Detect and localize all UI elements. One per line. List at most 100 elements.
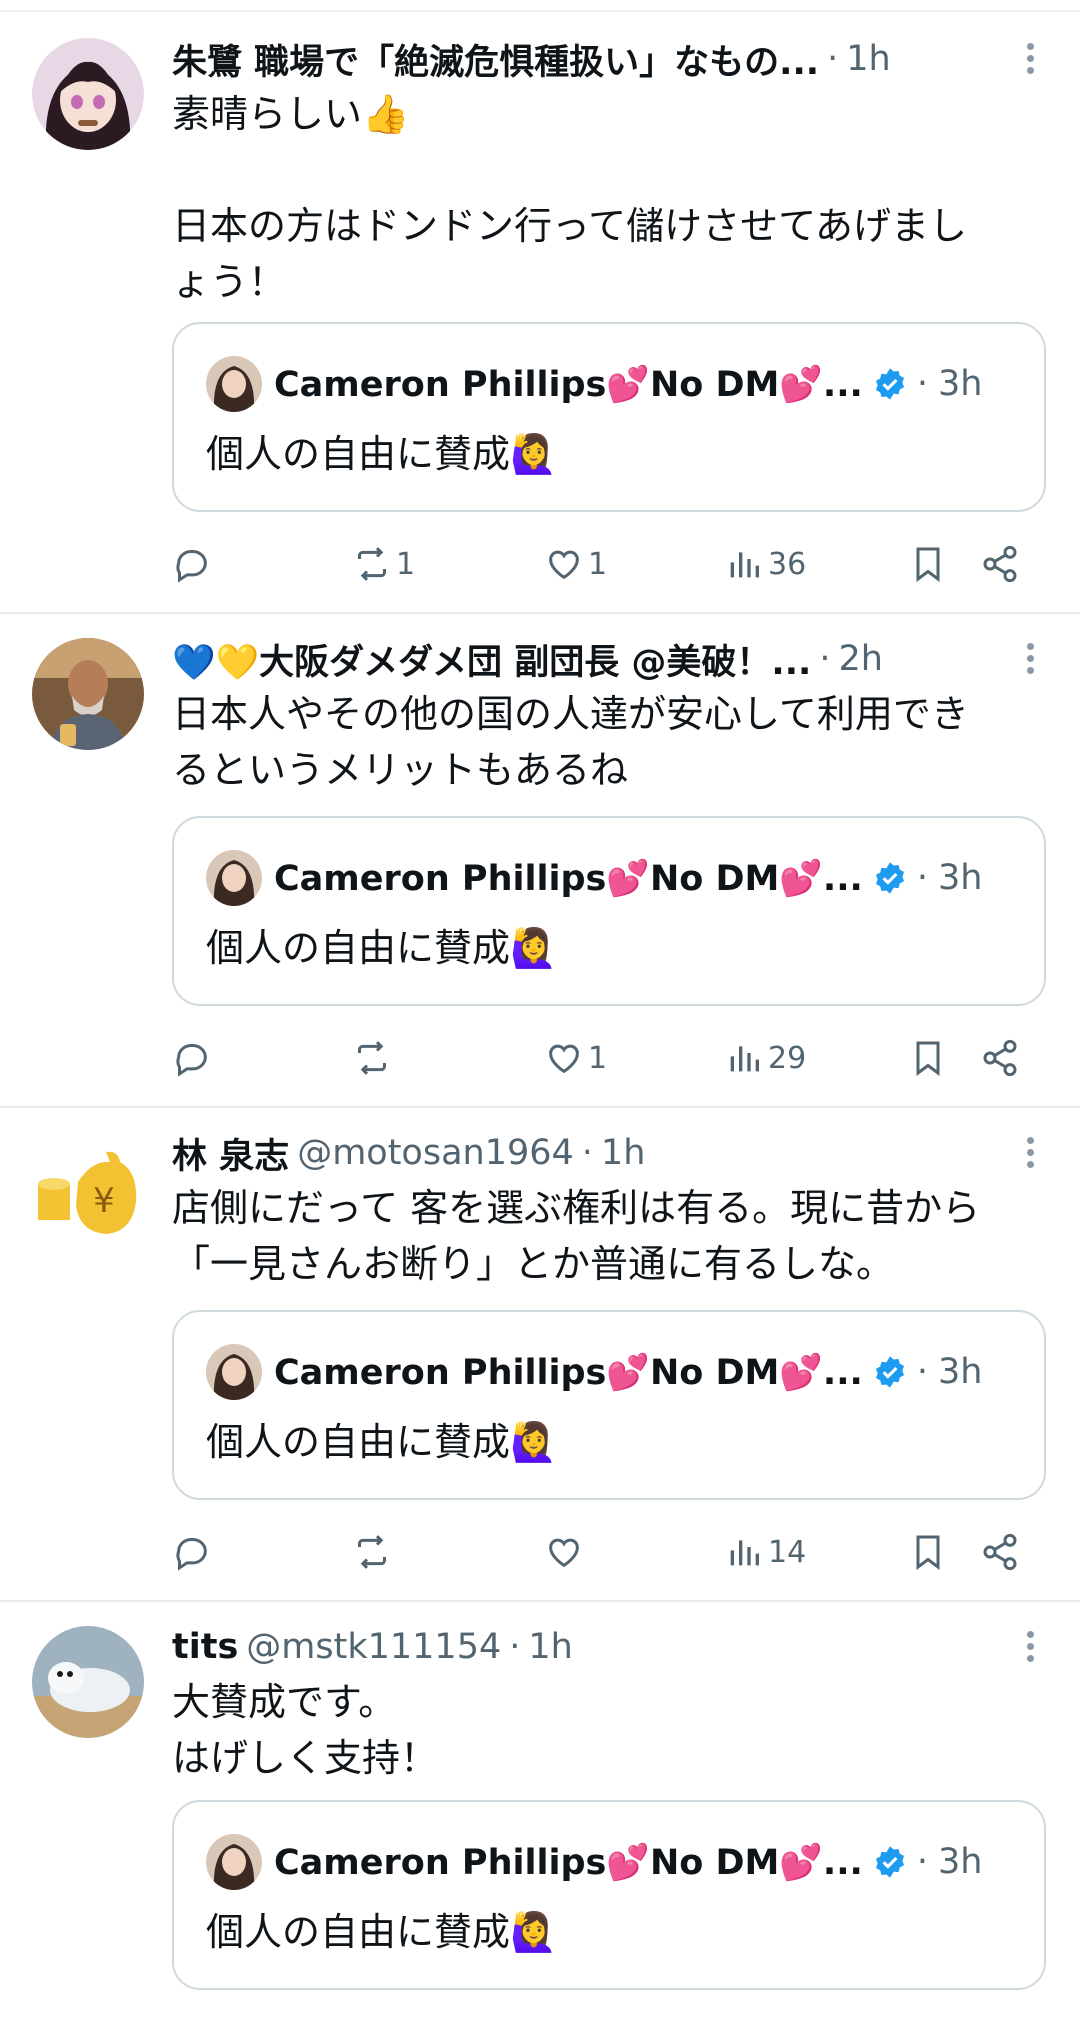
separator-dot: · bbox=[916, 1842, 928, 1882]
tweet-header: tits @mstk111154 · 1h bbox=[172, 1622, 1000, 1672]
quoted-header: Cameron Phillips💕No DM💕... · 3h bbox=[274, 1832, 1004, 1892]
display-name[interactable]: 朱鷺 職場で「絶滅危惧種扱い」なもの... bbox=[172, 34, 819, 84]
tweet-2[interactable]: 💙💛大阪ダメダメ団 副団長 @美破！... · 2h 日本人やその他の国の人達が… bbox=[0, 614, 1080, 1106]
bookmark-icon bbox=[916, 1041, 940, 1076]
heart-icon bbox=[549, 1044, 579, 1074]
quoted-tweet[interactable]: Cameron Phillips💕No DM💕... · 3h 個人の自由に賛成… bbox=[172, 816, 1046, 1006]
heart-icon bbox=[549, 1538, 579, 1568]
bookmark-button[interactable] bbox=[908, 1528, 948, 1576]
separator-dot: · bbox=[916, 364, 928, 404]
tweet-4[interactable]: tits @mstk111154 · 1h 大賛成です。 はげしく支持！ Cam… bbox=[0, 1602, 1080, 2018]
tweet-text-line: ょう！ bbox=[172, 260, 287, 304]
like-count: 1 bbox=[588, 1040, 608, 1076]
retweet-button[interactable] bbox=[352, 1034, 396, 1082]
timestamp[interactable]: 1h bbox=[528, 1627, 572, 1667]
user-handle[interactable]: @motosan1964 bbox=[297, 1133, 574, 1173]
share-icon bbox=[983, 545, 1017, 583]
retweet-button[interactable]: 1 bbox=[352, 540, 415, 588]
share-button[interactable] bbox=[980, 1528, 1020, 1576]
quoted-display-name: Cameron Phillips💕No DM💕... bbox=[274, 364, 863, 405]
heart-icon bbox=[549, 550, 579, 580]
retweet-icon bbox=[358, 1535, 386, 1569]
more-options-icon[interactable] bbox=[1020, 1626, 1040, 1670]
quoted-avatar bbox=[206, 1344, 262, 1400]
quoted-header: Cameron Phillips💕No DM💕... · 3h bbox=[274, 354, 1004, 414]
quoted-timestamp: 3h bbox=[937, 858, 983, 898]
quoted-display-name: Cameron Phillips💕No DM💕... bbox=[274, 1352, 863, 1393]
bookmark-icon bbox=[916, 547, 940, 582]
separator-dot: · bbox=[827, 39, 839, 79]
more-options-icon[interactable] bbox=[1020, 638, 1040, 682]
tweet-header: 林 泉志 @motosan1964 · 1h bbox=[172, 1128, 1000, 1178]
timestamp[interactable]: 1h bbox=[846, 39, 890, 79]
separator-dot: · bbox=[581, 1133, 593, 1173]
more-options-icon[interactable] bbox=[1020, 1132, 1040, 1176]
tweet-3[interactable]: ¥ 林 泉志 @motosan1964 · 1h 店側にだって 客を選ぶ権利は有… bbox=[0, 1108, 1080, 1600]
quoted-text: 個人の自由に賛成🙋‍♀️ bbox=[206, 926, 558, 970]
verified-badge-icon bbox=[875, 368, 904, 400]
display-name[interactable]: tits bbox=[172, 1627, 238, 1667]
quoted-tweet[interactable]: Cameron Phillips💕No DM💕... · 3h 個人の自由に賛成… bbox=[172, 1310, 1046, 1500]
verified-badge-icon bbox=[875, 862, 904, 894]
retweet-button[interactable] bbox=[352, 1528, 396, 1576]
separator-dot: · bbox=[916, 1352, 928, 1392]
avatar[interactable] bbox=[32, 38, 144, 150]
quoted-tweet[interactable]: Cameron Phillips💕No DM💕... · 3h 個人の自由に賛成… bbox=[172, 1800, 1046, 1990]
svg-text:¥: ¥ bbox=[93, 1181, 115, 1221]
timestamp[interactable]: 2h bbox=[838, 639, 882, 679]
retweet-count: 1 bbox=[396, 546, 416, 582]
bookmark-button[interactable] bbox=[908, 1034, 948, 1082]
quoted-text: 個人の自由に賛成🙋‍♀️ bbox=[206, 432, 558, 476]
reply-button[interactable] bbox=[172, 1528, 216, 1576]
like-button[interactable] bbox=[544, 1528, 588, 1576]
like-button[interactable]: 1 bbox=[544, 1034, 607, 1082]
reply-button[interactable] bbox=[172, 1034, 216, 1082]
share-button[interactable] bbox=[980, 540, 1020, 588]
verified-badge-icon bbox=[875, 1356, 904, 1388]
tweet-text-line: るというメリットもあるね bbox=[172, 748, 629, 792]
tweet-text-line: 大賛成です。 bbox=[172, 1680, 397, 1724]
bookmark-button[interactable] bbox=[908, 540, 948, 588]
action-bar: 14 bbox=[172, 1528, 1032, 1576]
timestamp[interactable]: 1h bbox=[601, 1133, 645, 1173]
avatar[interactable] bbox=[32, 1626, 144, 1738]
views-icon bbox=[730, 1046, 759, 1072]
quoted-avatar bbox=[206, 356, 262, 412]
quoted-timestamp: 3h bbox=[937, 1352, 983, 1392]
user-handle[interactable]: @mstk111154 bbox=[246, 1627, 501, 1667]
reply-icon bbox=[176, 1044, 207, 1077]
tweet-header: 朱鷺 職場で「絶滅危惧種扱い」なもの... · 1h bbox=[172, 34, 1000, 84]
bookmark-icon bbox=[916, 1535, 940, 1570]
tweet-1[interactable]: 朱鷺 職場で「絶滅危惧種扱い」なもの... · 1h 素晴らしい👍 日本の方はド… bbox=[0, 0, 1080, 612]
quoted-tweet[interactable]: Cameron Phillips💕No DM💕... · 3h 個人の自由に賛成… bbox=[172, 322, 1046, 512]
display-name[interactable]: 林 泉志 bbox=[172, 1128, 289, 1178]
tweet-text: 日本人やその他の国の人達が安心して利用でき るというメリットもあるね bbox=[172, 686, 1040, 798]
share-button[interactable] bbox=[980, 1034, 1020, 1082]
quoted-avatar bbox=[206, 1834, 262, 1890]
quoted-header: Cameron Phillips💕No DM💕... · 3h bbox=[274, 1342, 1004, 1402]
tweet-text: 店側にだって 客を選ぶ権利は有る。現に昔から 「一見さんお断り」とか普通に有るし… bbox=[172, 1180, 1040, 1292]
action-bar: 1 1 36 bbox=[172, 540, 1032, 588]
reply-button[interactable] bbox=[172, 540, 216, 588]
views-icon bbox=[730, 1540, 759, 1566]
separator-dot: · bbox=[509, 1627, 521, 1667]
more-options-icon[interactable] bbox=[1020, 38, 1040, 82]
views-icon bbox=[730, 552, 759, 578]
avatar[interactable]: ¥ bbox=[32, 1132, 144, 1244]
retweet-icon bbox=[358, 1041, 386, 1075]
view-count: 29 bbox=[768, 1040, 807, 1076]
tweet-text-line: 日本の方はドンドン行って儲けさせてあげまし bbox=[172, 204, 967, 248]
tweet-text-line: 日本人やその他の国の人達が安心して利用でき bbox=[172, 692, 969, 736]
avatar[interactable] bbox=[32, 638, 144, 750]
tweet-text-line: 店側にだって 客を選ぶ権利は有る。現に昔から bbox=[172, 1186, 981, 1230]
like-button[interactable]: 1 bbox=[544, 540, 607, 588]
views-button[interactable]: 14 bbox=[724, 1528, 806, 1576]
quoted-timestamp: 3h bbox=[937, 1842, 983, 1882]
views-button[interactable]: 36 bbox=[724, 540, 806, 588]
reply-icon bbox=[176, 1538, 207, 1571]
quoted-timestamp: 3h bbox=[937, 364, 983, 404]
display-name[interactable]: 💙💛大阪ダメダメ団 副団長 @美破！... bbox=[172, 634, 811, 684]
views-button[interactable]: 29 bbox=[724, 1034, 806, 1082]
quoted-text: 個人の自由に賛成🙋‍♀️ bbox=[206, 1910, 558, 1954]
quoted-avatar bbox=[206, 850, 262, 906]
